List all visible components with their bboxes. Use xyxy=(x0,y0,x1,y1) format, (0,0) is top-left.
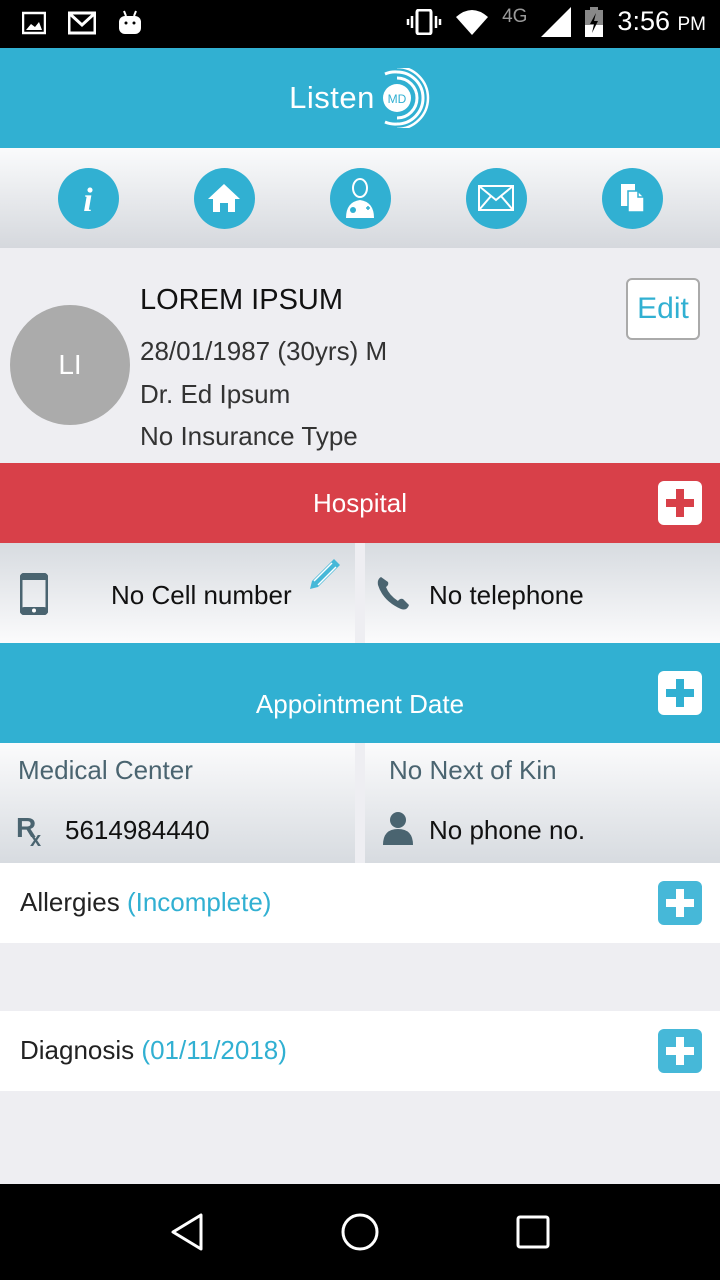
medical-center-phone: 5614984440 xyxy=(65,815,210,845)
recents-button[interactable] xyxy=(503,1202,563,1262)
medical-center-row: Medical Center Rx 5614984440 No Next of … xyxy=(0,743,720,863)
app-header: Listen MD xyxy=(0,48,720,148)
allergies-status: (Incomplete) xyxy=(126,887,272,917)
diagnosis-label: Diagnosis (01/11/2018) xyxy=(20,1035,287,1065)
cell-number: No Cell number xyxy=(111,580,292,610)
patient-dob: 28/01/1987 (30yrs) M xyxy=(140,336,388,366)
add-appointment-button[interactable] xyxy=(658,671,702,715)
add-hospital-button[interactable] xyxy=(658,481,702,525)
info-icon: i xyxy=(83,182,93,215)
home-button[interactable] xyxy=(193,167,255,229)
listenmd-logo: Listen MD xyxy=(289,68,431,128)
status-bar: 4G 3:56 PM xyxy=(0,0,720,48)
rx-icon: Rx xyxy=(16,812,41,847)
logo-text: Listen xyxy=(289,80,375,115)
next-of-kin-label: No Next of Kin xyxy=(389,755,557,785)
hospital-bar[interactable]: Hospital xyxy=(0,463,720,543)
svg-text:MD: MD xyxy=(388,92,407,106)
icon-toolbar: i xyxy=(0,148,720,248)
battery-charging-icon xyxy=(585,6,604,37)
mobile-phone-icon xyxy=(20,573,48,615)
info-button[interactable]: i xyxy=(57,167,119,229)
column-divider xyxy=(355,543,365,643)
telephone-number: No telephone xyxy=(429,580,584,610)
network-type: 4G xyxy=(502,5,528,27)
documents-button[interactable] xyxy=(601,167,663,229)
cell-number-field[interactable]: No Cell number xyxy=(0,543,355,643)
diagnosis-row[interactable]: Diagnosis (01/11/2018) xyxy=(0,1011,720,1091)
doctor-icon xyxy=(346,178,374,218)
patient-insurance: No Insurance Type xyxy=(140,421,358,451)
plus-icon xyxy=(666,679,694,707)
plus-icon xyxy=(666,889,694,917)
back-button[interactable] xyxy=(157,1202,217,1262)
patient-doctor: Dr. Ed Ipsum xyxy=(140,379,291,409)
pencil-edit-icon[interactable] xyxy=(308,557,342,591)
telephone-icon xyxy=(377,577,409,610)
image-notification-icon xyxy=(22,11,46,35)
svg-text:i: i xyxy=(83,182,93,215)
add-diagnosis-button[interactable] xyxy=(658,1029,702,1073)
doctor-button[interactable] xyxy=(329,167,391,229)
android-icon xyxy=(119,10,141,34)
home-icon xyxy=(208,184,240,212)
allergies-row[interactable]: Allergies (Incomplete) xyxy=(0,863,720,943)
next-of-kin-field[interactable]: No Next of Kin No phone no. xyxy=(365,743,720,863)
diagnosis-date: (01/11/2018) xyxy=(141,1035,287,1065)
mail-icon xyxy=(478,185,514,211)
avatar: LI xyxy=(10,305,130,425)
column-divider xyxy=(355,743,365,863)
gmail-icon xyxy=(68,11,96,35)
plus-icon xyxy=(666,489,694,517)
mail-button[interactable] xyxy=(465,167,527,229)
allergies-label: Allergies (Incomplete) xyxy=(20,887,272,917)
edit-button[interactable]: Edit xyxy=(626,278,700,340)
logo-sound-waves-icon: MD xyxy=(382,68,430,128)
medical-center-field[interactable]: Medical Center Rx 5614984440 xyxy=(0,743,355,863)
svg-text:x: x xyxy=(30,829,41,847)
recents-icon xyxy=(516,1215,550,1249)
add-allergy-button[interactable] xyxy=(658,881,702,925)
medical-center-label: Medical Center xyxy=(18,755,193,785)
clock: 3:56 PM xyxy=(617,6,706,36)
signal-icon xyxy=(541,6,572,37)
hospital-title: Hospital xyxy=(313,487,407,518)
next-of-kin-phone: No phone no. xyxy=(429,815,586,845)
appointment-bar[interactable]: Appointment Date xyxy=(0,643,720,743)
contact-row: No Cell number No telephone xyxy=(0,543,720,643)
appointment-title: Appointment Date xyxy=(255,688,465,719)
patient-profile: LI LOREM IPSUM 28/01/1987 (30yrs) M Dr. … xyxy=(0,248,720,463)
patient-name: LOREM IPSUM xyxy=(140,284,344,316)
person-icon xyxy=(383,812,413,845)
telephone-field[interactable]: No telephone xyxy=(365,543,720,643)
system-navigation-bar xyxy=(0,1184,720,1280)
wifi-icon xyxy=(456,9,489,35)
documents-icon xyxy=(621,184,645,213)
home-circle-icon xyxy=(341,1213,379,1251)
home-nav-button[interactable] xyxy=(330,1202,390,1262)
plus-icon xyxy=(666,1037,694,1065)
back-icon xyxy=(171,1213,203,1251)
vibrate-icon xyxy=(406,8,442,35)
